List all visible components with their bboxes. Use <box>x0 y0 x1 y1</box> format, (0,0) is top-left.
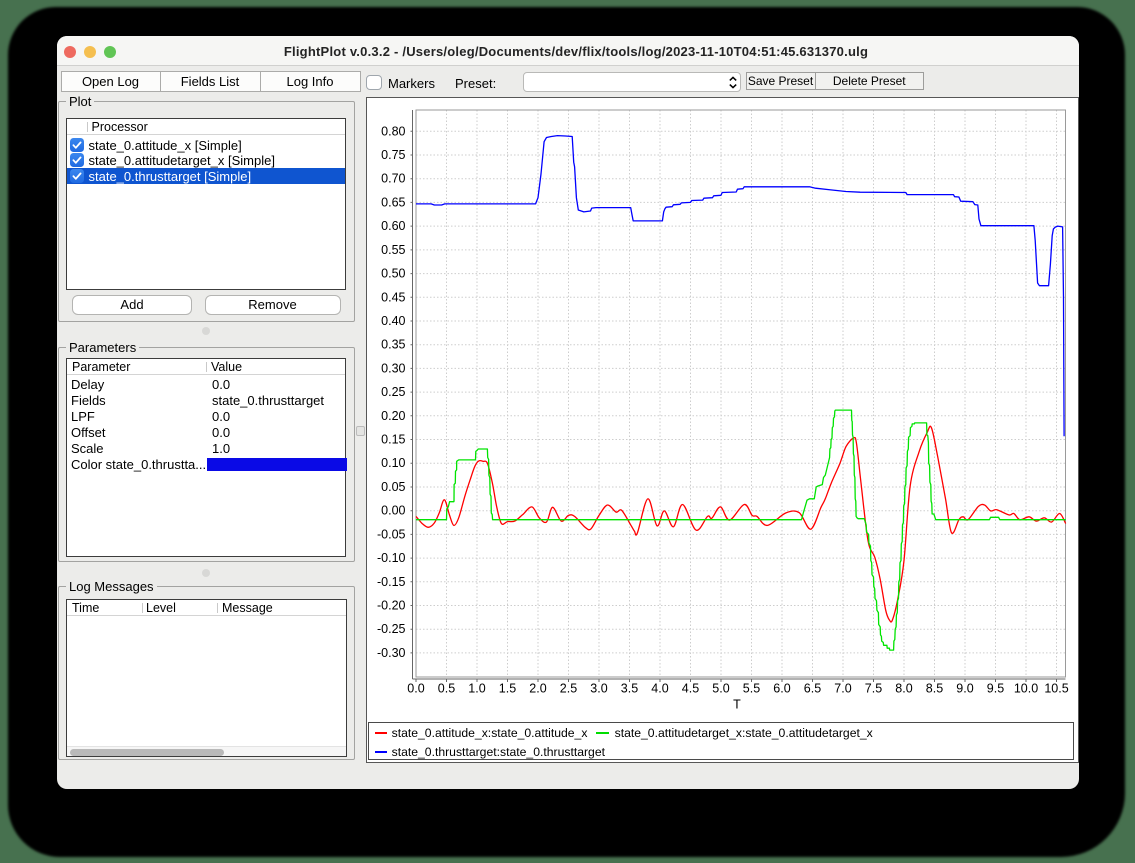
svg-text:-0.05: -0.05 <box>377 527 406 541</box>
svg-text:0.65: 0.65 <box>381 195 405 209</box>
svg-text:3.5: 3.5 <box>621 682 638 696</box>
svg-text:1.0: 1.0 <box>468 682 485 696</box>
svg-text:4.0: 4.0 <box>651 682 668 696</box>
svg-text:0.75: 0.75 <box>381 148 405 162</box>
svg-text:4.5: 4.5 <box>682 682 699 696</box>
svg-text:0.10: 0.10 <box>381 456 405 470</box>
svg-text:0.80: 0.80 <box>381 124 405 138</box>
svg-text:2.5: 2.5 <box>560 682 577 696</box>
svg-text:5.5: 5.5 <box>743 682 760 696</box>
svg-text:10.5: 10.5 <box>1044 682 1068 696</box>
svg-text:0.5: 0.5 <box>438 682 455 696</box>
svg-text:5.0: 5.0 <box>712 682 729 696</box>
svg-text:-0.25: -0.25 <box>377 622 406 636</box>
svg-text:10.0: 10.0 <box>1014 682 1038 696</box>
svg-text:0.35: 0.35 <box>381 338 405 352</box>
svg-text:T: T <box>733 698 741 712</box>
svg-text:2.0: 2.0 <box>529 682 546 696</box>
svg-text:0.45: 0.45 <box>381 290 405 304</box>
svg-text:-0.20: -0.20 <box>377 599 406 613</box>
svg-text:0.20: 0.20 <box>381 409 405 423</box>
svg-text:8.5: 8.5 <box>926 682 943 696</box>
svg-text:0.25: 0.25 <box>381 385 405 399</box>
svg-text:3.0: 3.0 <box>590 682 607 696</box>
svg-text:0.55: 0.55 <box>381 243 405 257</box>
svg-text:0.60: 0.60 <box>381 219 405 233</box>
svg-text:0.15: 0.15 <box>381 433 405 447</box>
svg-text:0.70: 0.70 <box>381 172 405 186</box>
svg-text:6.0: 6.0 <box>773 682 790 696</box>
svg-text:0.50: 0.50 <box>381 267 405 281</box>
svg-text:0.30: 0.30 <box>381 361 405 375</box>
svg-text:8.0: 8.0 <box>895 682 912 696</box>
svg-text:0.40: 0.40 <box>381 314 405 328</box>
svg-text:7.0: 7.0 <box>834 682 851 696</box>
svg-text:9.5: 9.5 <box>987 682 1004 696</box>
svg-text:1.5: 1.5 <box>499 682 516 696</box>
svg-text:-0.30: -0.30 <box>377 646 406 660</box>
svg-text:7.5: 7.5 <box>865 682 882 696</box>
svg-text:6.5: 6.5 <box>804 682 821 696</box>
svg-text:0.0: 0.0 <box>407 682 424 696</box>
svg-text:0.00: 0.00 <box>381 504 405 518</box>
svg-text:0.05: 0.05 <box>381 480 405 494</box>
svg-text:9.0: 9.0 <box>956 682 973 696</box>
svg-text:-0.15: -0.15 <box>377 575 406 589</box>
svg-text:-0.10: -0.10 <box>377 551 406 565</box>
